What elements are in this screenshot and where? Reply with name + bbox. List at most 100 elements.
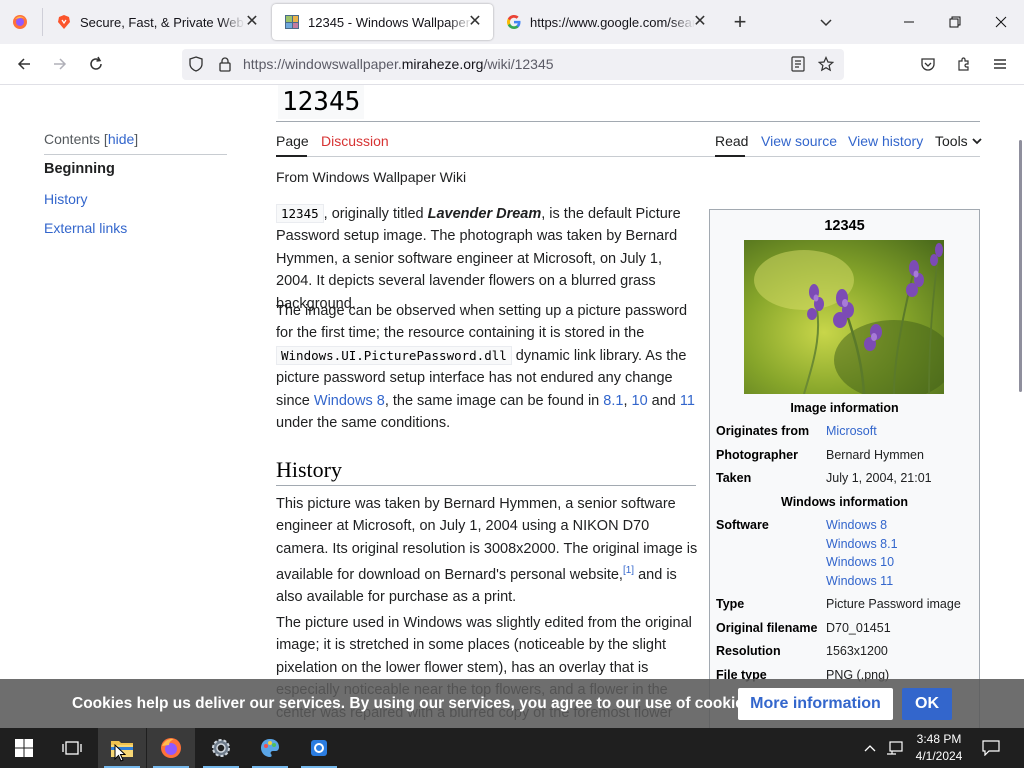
mouse-cursor-icon	[114, 744, 126, 762]
paint-palette-icon	[261, 739, 279, 757]
infobox-link-windows-8[interactable]: Windows 8	[826, 518, 887, 532]
new-tab-button[interactable]: +	[726, 8, 754, 36]
arrow-left-icon	[17, 58, 30, 70]
reader-view-icon[interactable]	[790, 56, 806, 72]
taskbar-file-explorer[interactable]	[98, 728, 146, 768]
link-10[interactable]: 10	[632, 393, 648, 409]
google-g-icon	[507, 15, 521, 29]
extensions-button[interactable]	[950, 50, 978, 78]
browser-tab-strip: Secure, Fast, & Private Web Browser ✕ 12…	[0, 0, 1024, 44]
text: , originally titled	[323, 206, 428, 222]
restore-button[interactable]	[932, 0, 978, 44]
tab-view-history[interactable]: View history	[848, 133, 923, 149]
brave-lion-icon	[58, 15, 70, 29]
infobox-link-windows-10[interactable]: Windows 10	[826, 555, 894, 569]
infobox-value: July 1, 2004, 21:01	[826, 471, 932, 485]
tab-page-indicator	[276, 155, 307, 157]
back-button[interactable]	[10, 50, 38, 78]
taskbar-settings[interactable]	[197, 728, 245, 768]
windows-taskbar: 3:48 PM 4/1/2024	[0, 728, 1024, 768]
section-heading-history: History	[276, 457, 342, 482]
clock-date: 4/1/2024	[915, 749, 963, 763]
original-title: Lavender Dream	[427, 206, 542, 222]
site-subtitle: From Windows Wallpaper Wiki	[276, 169, 467, 185]
intro-paragraph: 12345, originally titled Lavender Dream,…	[276, 203, 700, 315]
chevron-down-icon	[820, 19, 832, 27]
bookmark-star-icon[interactable]	[818, 56, 834, 72]
taskbar-paint[interactable]	[246, 728, 294, 768]
tab-brave[interactable]: Secure, Fast, & Private Web Browser ✕	[44, 4, 270, 40]
tab-page[interactable]: Page	[276, 133, 309, 149]
infobox-link-windows-11[interactable]: Windows 11	[826, 574, 893, 588]
toc-item-beginning[interactable]: Beginning	[44, 161, 115, 177]
tab-read[interactable]: Read	[715, 133, 748, 149]
infobox-link-microsoft[interactable]: Microsoft	[826, 424, 877, 438]
firefox-view-button[interactable]	[6, 8, 34, 36]
title-divider	[276, 121, 980, 122]
infobox-key: Software	[716, 518, 769, 532]
tab-title: 12345 - Windows Wallpaper Wiki	[308, 14, 473, 30]
lock-icon[interactable]	[217, 56, 233, 72]
show-hidden-icons-button[interactable]	[860, 740, 880, 756]
toc-header: Contents [hide]	[44, 131, 139, 147]
tab-discussion[interactable]: Discussion	[321, 133, 389, 149]
pocket-button[interactable]	[914, 50, 942, 78]
close-tab-icon[interactable]: ✕	[692, 14, 708, 30]
scrollbar-thumb[interactable]	[1019, 140, 1022, 392]
close-tab-icon[interactable]: ✕	[467, 14, 483, 30]
start-button[interactable]	[0, 728, 48, 768]
forward-button[interactable]	[46, 50, 74, 78]
notifications-button[interactable]	[980, 738, 1002, 758]
infobox-link-windows-8-1[interactable]: Windows 8.1	[826, 537, 898, 551]
url-bar[interactable]: https://windowswallpaper.miraheze.org/wi…	[182, 49, 844, 80]
tab-title: Secure, Fast, & Private Web Browser	[80, 14, 245, 30]
tab-windows-wallpaper-wiki[interactable]: 12345 - Windows Wallpaper Wiki ✕	[272, 4, 493, 40]
close-tab-icon[interactable]: ✕	[244, 14, 260, 30]
tab-view-source[interactable]: View source	[761, 133, 837, 149]
link-windows-8[interactable]: Windows 8	[314, 393, 385, 409]
link-8-1[interactable]: 8.1	[603, 393, 623, 409]
task-view-icon	[62, 741, 82, 755]
ok-button[interactable]: OK	[902, 688, 952, 720]
chevron-down-icon	[972, 138, 982, 145]
taskbar-firefox[interactable]	[147, 728, 195, 768]
infobox: 12345 Image information Originates from …	[709, 209, 980, 728]
network-button[interactable]	[884, 740, 906, 756]
tab-separator	[42, 8, 43, 36]
app-menu-button[interactable]	[986, 50, 1014, 78]
infobox-key: Originates from	[716, 424, 810, 438]
firefox-icon	[161, 738, 181, 758]
notification-icon	[982, 740, 1000, 756]
tab-google-search[interactable]: https://www.google.com/search ✕	[494, 4, 718, 40]
url-domain: miraheze.org	[401, 56, 484, 72]
close-window-button[interactable]	[978, 0, 1024, 44]
infobox-key: Original filename	[716, 621, 818, 635]
windows-logo-icon	[15, 739, 33, 757]
text: The image can be observed when setting u…	[276, 303, 688, 342]
page-scrollbar[interactable]	[1016, 85, 1024, 728]
infobox-title: 12345	[824, 218, 865, 234]
lavender-photo[interactable]	[744, 240, 944, 394]
system-clock[interactable]: 3:48 PM 4/1/2024	[908, 731, 970, 765]
infobox-value: 1563x1200	[826, 644, 888, 658]
clock-time: 3:48 PM	[916, 732, 962, 746]
infobox-value: Picture Password image	[826, 597, 961, 611]
taskbar-app[interactable]	[295, 728, 343, 768]
toc-hide-link[interactable]: hide	[108, 131, 134, 147]
task-view-button[interactable]	[48, 728, 96, 768]
infobox-key: Resolution	[716, 644, 781, 658]
reload-button[interactable]	[82, 50, 110, 78]
link-11[interactable]: 11	[680, 393, 695, 409]
firefox-logo-icon	[13, 15, 27, 29]
list-all-tabs-button[interactable]	[812, 8, 840, 36]
tools-dropdown[interactable]: Tools	[935, 133, 982, 149]
toc-item-history[interactable]: History	[44, 191, 88, 207]
minimize-button[interactable]	[886, 0, 932, 44]
cookie-message: Cookies help us deliver our services. By…	[72, 695, 757, 712]
more-information-button[interactable]: More information	[738, 688, 893, 720]
toc-item-external-links[interactable]: External links	[44, 220, 127, 236]
reference-link[interactable]: [1]	[623, 565, 634, 576]
shield-icon[interactable]	[188, 56, 204, 72]
url-prefix: https://windowswallpaper.	[243, 56, 402, 72]
tab-read-indicator	[715, 155, 745, 157]
